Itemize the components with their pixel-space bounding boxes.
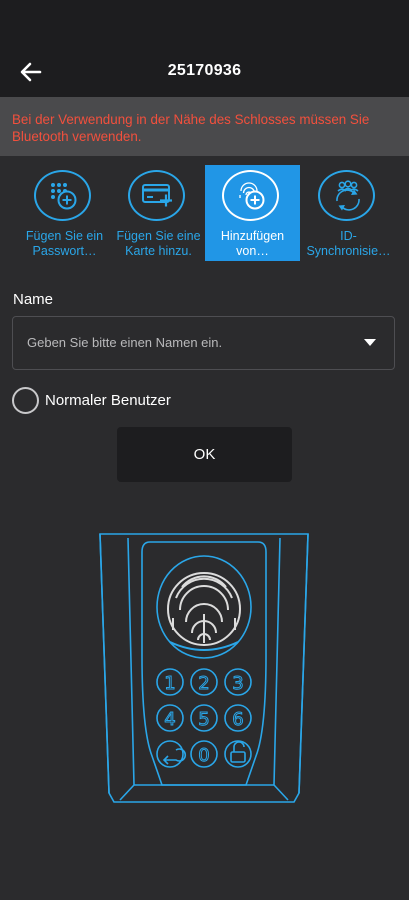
ok-button[interactable]: OK [117, 427, 292, 482]
bluetooth-warning-banner: Bei der Verwendung in der Nähe des Schlo… [0, 97, 409, 156]
keypad-key: 4 [164, 709, 175, 730]
name-field-label: Name [13, 291, 54, 308]
keypad-key: 5 [198, 709, 209, 730]
tab-add-fingerprint[interactable]: Hinzufügen von… [205, 165, 300, 261]
page-title: 25170936 [167, 62, 242, 79]
tab-id-sync[interactable]: ID-Synchronisie… [301, 165, 396, 261]
keypad-key: 2 [198, 673, 209, 694]
tab-label: Hinzufügen von… [220, 229, 285, 258]
smart-lock-illustration: 1 2 3 4 5 6 0 [99, 533, 309, 803]
normal-user-label: Normaler Benutzer [45, 392, 171, 409]
keypad-unlock-icon [230, 741, 246, 763]
keypad-key: 0 [198, 745, 209, 766]
add-method-tabs: Fügen Sie ein Passwort… Fügen Sie eine K… [0, 162, 409, 262]
user-sync-icon [318, 170, 375, 221]
keypad-key: 1 [164, 673, 175, 694]
radio-button[interactable] [12, 387, 39, 414]
fingerprint-plus-icon [222, 170, 279, 221]
tab-label: Fügen Sie eine Karte hinzu. [116, 229, 201, 258]
tab-label: Fügen Sie ein Passwort… [25, 229, 104, 258]
top-app-bar: 25170936 [0, 0, 409, 97]
card-plus-icon [128, 170, 185, 221]
keypad-key: 6 [232, 709, 243, 730]
tab-add-password[interactable]: Fügen Sie ein Passwort… [17, 165, 112, 261]
keypad-plus-icon [34, 170, 91, 221]
name-input-placeholder: Geben Sie bitte einen Namen ein. [27, 335, 223, 350]
dropdown-caret-icon [364, 339, 376, 346]
tab-label: ID-Synchronisie… [306, 229, 391, 258]
keypad-key: 3 [232, 673, 243, 694]
tab-add-card[interactable]: Fügen Sie eine Karte hinzu. [111, 165, 206, 261]
name-input[interactable]: Geben Sie bitte einen Namen ein. [12, 316, 395, 370]
